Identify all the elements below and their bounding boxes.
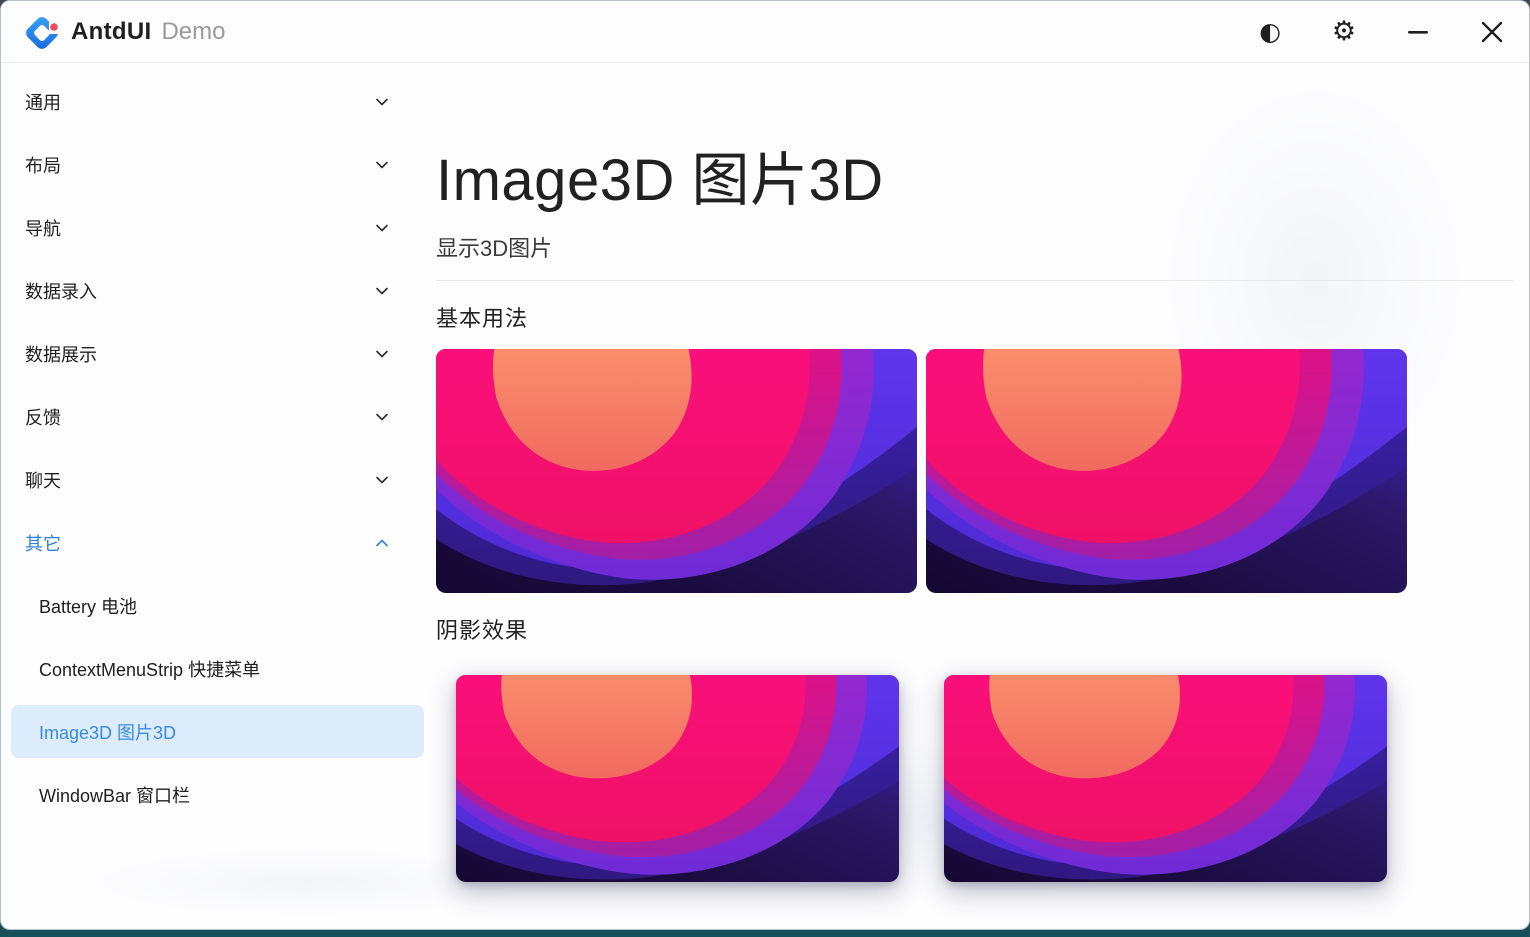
chevron-down-icon: [374, 409, 390, 425]
app-logo-icon: [23, 12, 63, 52]
chevron-down-icon: [374, 94, 390, 110]
theme-toggle-icon[interactable]: ◐: [1255, 17, 1285, 47]
sidebar-item-image3d[interactable]: Image3D 图片3D: [1, 700, 426, 763]
sidebar-item-battery[interactable]: Battery 电池: [1, 574, 426, 637]
close-button[interactable]: [1477, 17, 1507, 47]
sidebar-group-layout[interactable]: 布局: [1, 133, 426, 196]
chevron-down-icon: [374, 472, 390, 488]
sidebar-group-other[interactable]: 其它: [1, 511, 426, 574]
settings-gear-icon[interactable]: ⚙: [1329, 17, 1359, 47]
sidebar-item-contextmenustrip[interactable]: ContextMenuStrip 快捷菜单: [1, 637, 426, 700]
sidebar-group-navigation[interactable]: 导航: [1, 196, 426, 259]
section-heading-shadow: 阴影效果: [436, 613, 1513, 645]
app-title: AntdUI: [71, 18, 151, 46]
sidebar-group-data-display[interactable]: 数据展示: [1, 322, 426, 385]
chevron-down-icon: [374, 157, 390, 173]
image3d-preview[interactable]: [436, 349, 917, 593]
sidebar-group-chat[interactable]: 聊天: [1, 448, 426, 511]
app-title-suffix: Demo: [161, 18, 225, 46]
chevron-down-icon: [374, 220, 390, 236]
sidebar-group-feedback[interactable]: 反馈: [1, 385, 426, 448]
page-title: Image3D 图片3D: [436, 133, 1513, 217]
divider: [436, 280, 1513, 281]
sidebar: 通用 布局 导航 数据录入 数据展示 反馈 聊天 其它: [1, 70, 426, 929]
basic-image-row: [436, 349, 1513, 593]
section-heading-basic: 基本用法: [436, 301, 1513, 333]
chevron-down-icon: [374, 283, 390, 299]
main-content: Image3D 图片3D 显示3D图片 基本用法 阴影效果: [426, 63, 1529, 929]
minimize-button[interactable]: [1403, 17, 1433, 47]
titlebar: AntdUI Demo ◐ ⚙: [1, 1, 1529, 63]
image3d-preview[interactable]: [926, 349, 1407, 593]
close-icon: [1480, 20, 1504, 44]
image3d-preview-shadow[interactable]: [944, 675, 1387, 882]
sidebar-group-general[interactable]: 通用: [1, 70, 426, 133]
image3d-preview-shadow[interactable]: [456, 675, 899, 882]
page-subtitle: 显示3D图片: [436, 231, 1513, 263]
window-controls: ◐ ⚙: [1255, 17, 1507, 47]
minimize-icon: [1405, 19, 1431, 45]
chevron-down-icon: [374, 346, 390, 362]
app-window: AntdUI Demo ◐ ⚙ 通用 布局 导航: [0, 0, 1530, 930]
sidebar-item-windowbar[interactable]: WindowBar 窗口栏: [1, 763, 426, 826]
sidebar-group-data-entry[interactable]: 数据录入: [1, 259, 426, 322]
shadow-image-row: [436, 675, 1513, 882]
chevron-up-icon: [374, 535, 390, 551]
